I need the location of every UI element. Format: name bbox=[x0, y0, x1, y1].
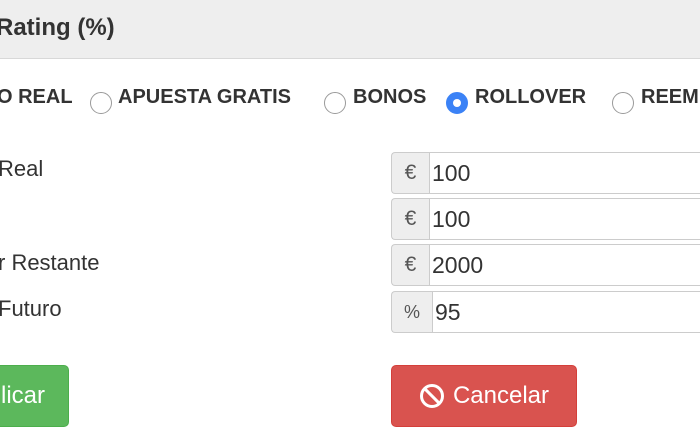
radio-label-rollover[interactable]: ROLLOVER bbox=[475, 86, 586, 109]
radio-label-reembolso[interactable]: REEM bbox=[641, 86, 699, 109]
amount-input-real[interactable] bbox=[429, 152, 700, 194]
radio-rollover[interactable] bbox=[446, 92, 468, 114]
cancel-button-label: Cancelar bbox=[452, 382, 550, 409]
field-label-real: Real bbox=[0, 156, 44, 181]
radio-apuesta-gratis[interactable] bbox=[90, 92, 112, 114]
amount-input-restante[interactable] bbox=[429, 244, 700, 286]
apply-button-label: licar bbox=[0, 382, 45, 409]
ban-icon bbox=[419, 384, 444, 408]
mode-radio-group: O REAL APUESTA GRATIS BONOS ROLLOVER REE… bbox=[0, 0, 700, 130]
radio-label-apuesta-gratis[interactable]: APUESTA GRATIS bbox=[118, 86, 291, 109]
radio-label-bonos[interactable]: BONOS bbox=[353, 86, 426, 109]
field-label-restante: r Restante bbox=[0, 250, 100, 275]
amount-input-2[interactable] bbox=[429, 198, 700, 240]
field-label-futuro: Futuro bbox=[0, 296, 62, 321]
radio-bonos[interactable] bbox=[324, 92, 346, 114]
percent-input-futuro[interactable] bbox=[432, 291, 700, 333]
radio-reembolso[interactable] bbox=[612, 92, 634, 114]
cancel-button[interactable]: Cancelar bbox=[391, 365, 577, 427]
percent-addon: % bbox=[391, 291, 432, 333]
currency-addon: € bbox=[391, 198, 429, 240]
radio-label-real[interactable]: O REAL bbox=[0, 86, 73, 109]
currency-addon: € bbox=[391, 244, 429, 286]
apply-button[interactable]: licar bbox=[0, 365, 69, 427]
currency-addon: € bbox=[391, 152, 429, 194]
